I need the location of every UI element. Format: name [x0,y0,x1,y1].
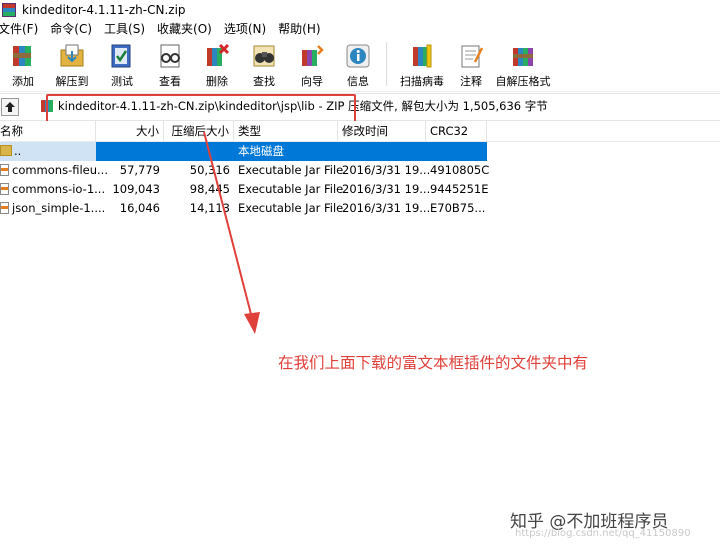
virus-scan-button[interactable]: 扫描病毒 [393,37,451,89]
file-packed: 50,316 [189,163,230,177]
view-button[interactable]: 查看 [146,37,194,89]
table-row[interactable]: commons-io-1... 109,043 98,445 Executabl… [0,180,720,199]
file-modified [338,142,426,161]
test-label: 测试 [111,75,133,88]
add-button[interactable]: 添加 [0,37,46,89]
file-size: 109,043 [112,182,160,196]
parent-folder-icon [0,145,12,156]
up-folder-button[interactable] [1,98,19,116]
file-modified: 2016/3/31 19... [342,201,431,215]
column-modified[interactable]: 修改时间 [338,121,426,141]
file-name-text: commons-fileu... [12,163,108,177]
address-field[interactable]: kindeditor-4.1.11-zh-CN.zip\kindeditor\j… [34,96,720,116]
delete-label: 删除 [206,75,228,88]
file-type: Executable Jar File [238,163,344,177]
test-button[interactable]: 测试 [98,37,146,89]
wizard-label: 向导 [301,75,323,88]
books-add-icon [8,41,38,70]
menu-favorites[interactable]: 收藏夹(O) [157,20,218,37]
file-size [96,142,164,161]
view-label: 查看 [159,75,181,88]
file-crc: 9445251E [430,182,489,196]
jar-file-icon [0,202,9,214]
file-name-text: .. [14,144,22,158]
glasses-view-icon [155,41,185,70]
delete-button[interactable]: 删除 [194,37,240,89]
folder-extract-icon [57,41,87,70]
file-type: Executable Jar File [238,182,344,196]
file-type: 本地磁盘 [238,144,284,158]
file-name: commons-io-1... [0,180,105,199]
file-packed [164,142,234,161]
file-modified: 2016/3/31 19... [342,182,431,196]
file-packed: 98,445 [189,182,230,196]
file-modified: 2016/3/31 19... [342,163,431,177]
file-crc: E70B75... [430,201,486,215]
address-path: kindeditor-4.1.11-zh-CN.zip\kindeditor\j… [58,99,548,113]
wizard-button[interactable]: 向导 [288,37,336,89]
file-name-text: json_simple-1.... [12,201,106,215]
extract-to-button[interactable]: 解压到 [46,37,98,89]
file-crc: 4910805C [430,163,490,177]
find-label: 查找 [253,75,275,88]
virus-scan-label: 扫描病毒 [400,75,444,88]
column-packed[interactable]: 压缩后大小 [164,121,234,141]
title-bar: kindeditor-4.1.11-zh-CN.zip [0,0,720,19]
toolbar: 添加 解压到 测试 查看 删除 查找 向导 信息 扫描病毒 注释 自解压格式 [0,37,720,92]
file-list: .. 本地磁盘 commons-fileu... 57,779 50,316 E… [0,142,720,218]
find-button[interactable]: 查找 [240,37,288,89]
comment-note-icon [456,41,486,70]
jar-file-icon [0,164,9,176]
column-name[interactable]: 名称 [0,121,96,141]
file-name: .. [0,142,96,161]
test-checkmark-icon [107,41,137,70]
table-row[interactable]: .. 本地磁盘 [0,142,720,161]
menu-command[interactable]: 命令(C) [50,20,98,37]
jar-file-icon [0,183,9,195]
archive-icon [41,100,53,112]
column-crc32[interactable]: CRC32 [426,121,487,141]
comment-button[interactable]: 注释 [451,37,491,89]
file-packed: 14,113 [189,201,230,215]
delete-icon [202,41,232,70]
menu-options[interactable]: 选项(N) [224,20,272,37]
file-name: commons-fileu... [0,161,108,180]
wizard-icon [297,41,327,70]
binoculars-find-icon [249,41,279,70]
menu-tools[interactable]: 工具(S) [104,20,151,37]
winrar-app-icon [2,2,16,17]
column-type[interactable]: 类型 [234,121,338,141]
sfx-label: 自解压格式 [495,75,551,88]
file-list-header: 名称 大小 压缩后大小 类型 修改时间 CRC32 [0,121,720,142]
file-name: json_simple-1.... [0,199,105,218]
info-label: 信息 [347,75,369,88]
file-crc [426,142,487,161]
column-size[interactable]: 大小 [96,121,164,141]
window-title: kindeditor-4.1.11-zh-CN.zip [22,2,186,17]
file-name-text: commons-io-1... [12,182,106,196]
add-label: 添加 [12,75,34,88]
virus-scan-icon [407,41,437,70]
table-row[interactable]: commons-fileu... 57,779 50,316 Executabl… [0,161,720,180]
sfx-icon [508,41,538,70]
csdn-watermark: https://blog.csdn.net/qq_41150890 [515,528,691,539]
toolbar-separator [386,42,387,86]
sfx-button[interactable]: 自解压格式 [491,37,555,89]
comment-label: 注释 [460,75,482,88]
file-size: 57,779 [119,163,160,177]
info-icon [343,41,373,70]
extract-to-label: 解压到 [55,75,89,88]
file-size: 16,046 [119,201,160,215]
table-row[interactable]: json_simple-1.... 16,046 14,113 Executab… [0,199,720,218]
menu-file[interactable]: 文件(F) [0,20,44,37]
annotation-text: 在我们上面下载的富文本框插件的文件夹中有 [278,354,589,372]
menu-help[interactable]: 帮助(H) [278,20,326,37]
menu-bar: 文件(F) 命令(C) 工具(S) 收藏夹(O) 选项(N) 帮助(H) [0,19,720,37]
up-arrow-icon [5,102,15,112]
address-bar: kindeditor-4.1.11-zh-CN.zip\kindeditor\j… [0,93,720,121]
file-type: Executable Jar File [238,201,344,215]
info-button[interactable]: 信息 [336,37,380,89]
